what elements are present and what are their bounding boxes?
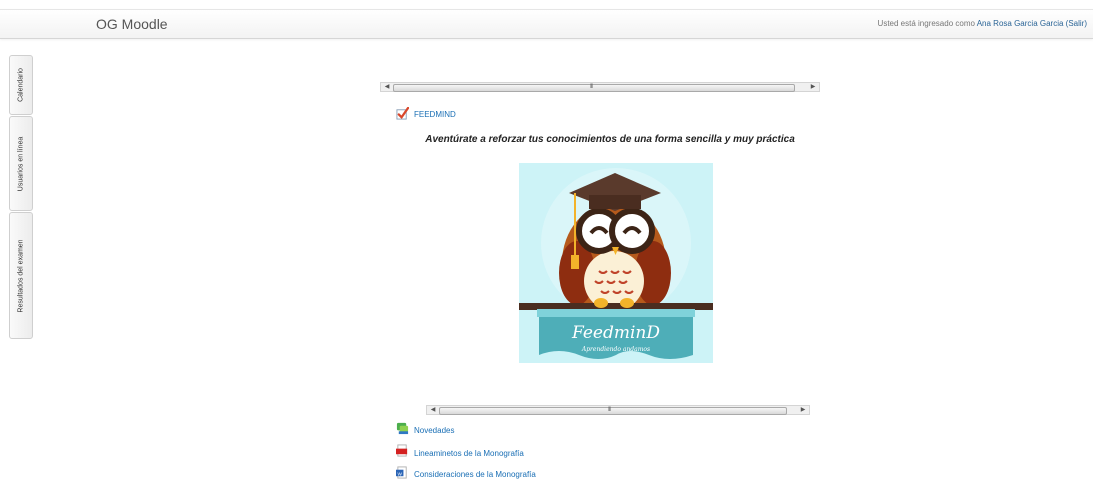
tab-calendario-label: Calendario [17, 68, 25, 102]
pdf-file-icon [396, 444, 408, 457]
resource-lineamientos-link[interactable]: Lineaminetos de la Monografía [414, 449, 524, 458]
login-info: Usted está ingresado como Ana Rosa Garci… [878, 19, 1087, 28]
resource-novedades-link[interactable]: Novedades [414, 426, 454, 435]
scrollbar-thumb[interactable]: III [439, 407, 787, 415]
tab-usuarios-label: Usuarios en línea [17, 136, 25, 191]
tab-resultados-del-examen[interactable]: Resultados del examen [9, 212, 33, 339]
scroll-left-arrow-icon[interactable]: ◀ [381, 83, 393, 91]
scrollbar-thumb[interactable]: III [393, 84, 795, 92]
logout-link[interactable]: (Salir) [1066, 19, 1087, 28]
banner-subtitle: Aprendiendo andamos [581, 346, 650, 353]
scroll-left-arrow-icon[interactable]: ◀ [427, 406, 439, 414]
tab-usuarios-en-linea[interactable]: Usuarios en línea [9, 116, 33, 211]
forum-icon [396, 422, 409, 435]
scroll-right-arrow-icon[interactable]: ▶ [797, 406, 809, 414]
grip-icon: III [590, 84, 593, 90]
bottom-horizontal-scrollbar[interactable]: ◀ III ▶ [426, 405, 810, 415]
top-horizontal-scrollbar[interactable]: ◀ III ▶ [380, 82, 820, 92]
top-navbar: OG Moodle Usted está ingresado como Ana … [0, 9, 1093, 39]
banner-title: FeedminD [571, 323, 660, 343]
user-profile-link[interactable]: Ana Rosa Garcia Garcia [977, 19, 1064, 28]
checkbox-check-icon [396, 107, 409, 120]
svg-text:W: W [398, 471, 403, 476]
tab-resultados-label: Resultados del examen [17, 238, 25, 313]
login-prefix: Usted está ingresado como [877, 19, 975, 28]
site-name[interactable]: OG Moodle [96, 16, 168, 32]
grip-icon: III [608, 407, 611, 413]
feedmind-banner-image: FeedminD Aprendiendo andamos [519, 163, 713, 363]
course-headline: Aventúrate a reforzar tus conocimientos … [425, 134, 795, 145]
scroll-right-arrow-icon[interactable]: ▶ [807, 83, 819, 91]
tab-calendario[interactable]: Calendario [9, 55, 33, 115]
word-file-icon: W [396, 466, 407, 479]
feedmind-activity-link[interactable]: FEEDMIND [414, 110, 456, 119]
